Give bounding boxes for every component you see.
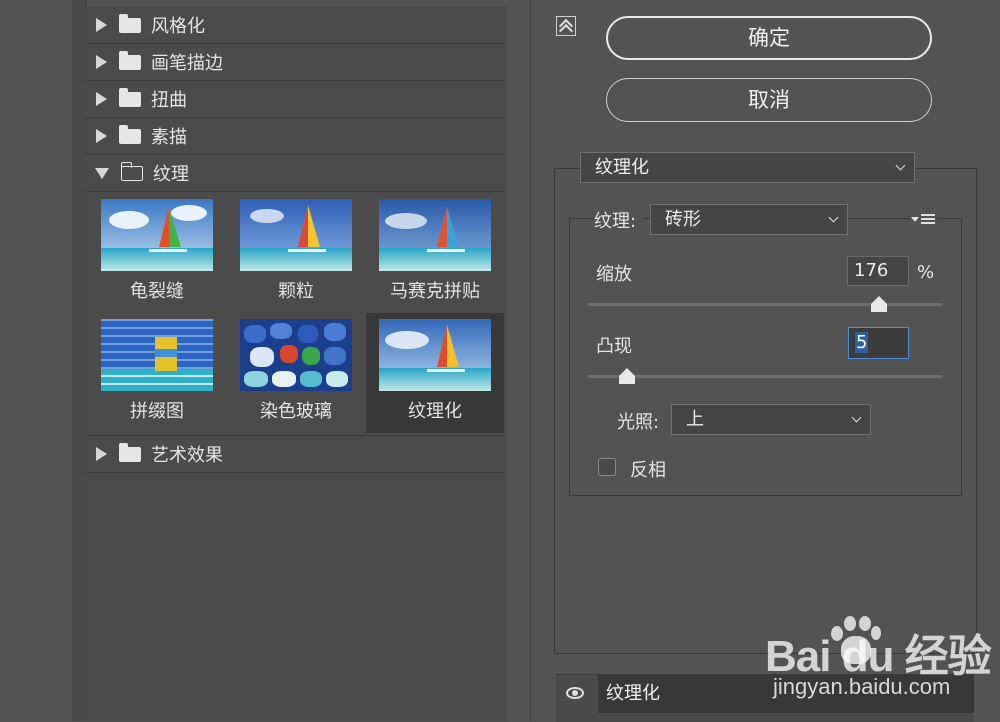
- folder-icon: [119, 87, 141, 107]
- expand-triangle-icon: [96, 18, 107, 32]
- scaling-slider-track[interactable]: [588, 303, 943, 306]
- folder-open-icon: [120, 161, 143, 181]
- left-panel-edge: [0, 0, 73, 721]
- category-label: 纹理: [153, 164, 189, 185]
- filter-thumb-stained-glass[interactable]: 染色玻璃: [227, 313, 365, 433]
- category-stylize[interactable]: 风格化: [86, 7, 504, 44]
- filter-thumb-mosaic-tiles[interactable]: 马赛克拼贴: [366, 193, 504, 313]
- thumb-image: [101, 319, 213, 391]
- thumb-label: 马赛克拼贴: [390, 281, 480, 302]
- category-label: 艺术效果: [151, 445, 223, 466]
- expand-triangle-icon: [96, 129, 107, 143]
- invert-checkbox[interactable]: [598, 458, 616, 476]
- folder-icon: [119, 50, 141, 70]
- category-label: 扭曲: [151, 90, 187, 111]
- thumb-label: 拼缀图: [130, 401, 184, 422]
- chevron-down-icon: [828, 212, 839, 223]
- texture-label: 纹理:: [594, 207, 643, 233]
- relief-slider-track[interactable]: [588, 375, 943, 378]
- left-scroll-edge: [72, 0, 87, 721]
- folder-icon: [119, 13, 141, 33]
- thumb-label: 染色玻璃: [260, 401, 332, 422]
- category-label: 素描: [151, 127, 187, 148]
- collapse-thumbnails-button[interactable]: [556, 16, 576, 39]
- light-select[interactable]: 上: [671, 404, 871, 435]
- ok-button[interactable]: 确定: [606, 16, 932, 60]
- thumb-image: [379, 199, 491, 271]
- filter-thumb-texturizer[interactable]: 纹理化: [366, 313, 504, 433]
- filter-select[interactable]: 纹理化: [580, 152, 915, 183]
- watermark: Bai du 经验 jingyan.baidu.com: [765, 612, 1000, 721]
- filter-thumb-craquelure[interactable]: 龟裂缝: [88, 193, 226, 313]
- folder-icon: [119, 124, 141, 144]
- category-artistic[interactable]: 艺术效果: [86, 435, 504, 473]
- paw-logo-icon: [827, 614, 881, 666]
- collapse-triangle-icon: [95, 167, 109, 179]
- filter-thumb-grain[interactable]: 颗粒: [227, 193, 365, 313]
- relief-input-value: 5: [855, 332, 869, 353]
- texture-select-value: 砖形: [665, 209, 701, 230]
- expand-triangle-icon: [96, 55, 107, 69]
- scaling-unit: %: [917, 262, 935, 283]
- eye-icon[interactable]: [566, 687, 584, 699]
- category-distort[interactable]: 扭曲: [86, 81, 504, 118]
- thumb-label: 纹理化: [408, 401, 462, 422]
- category-sketch[interactable]: 素描: [86, 118, 504, 155]
- cancel-button[interactable]: 取消: [606, 78, 932, 122]
- relief-label: 凸现: [596, 336, 632, 357]
- light-label: 光照:: [617, 412, 660, 433]
- category-brush-strokes[interactable]: 画笔描边: [86, 44, 504, 81]
- thumb-label: 龟裂缝: [130, 281, 184, 302]
- folder-icon: [119, 442, 141, 462]
- watermark-url: jingyan.baidu.com: [773, 674, 951, 699]
- thumb-image: [240, 199, 352, 271]
- chevron-down-icon: [895, 160, 906, 171]
- scaling-label: 缩放: [596, 264, 632, 285]
- category-label: 画笔描边: [151, 53, 223, 74]
- filter-thumb-patchwork[interactable]: 拼缀图: [88, 313, 226, 433]
- category-label: 风格化: [151, 16, 205, 37]
- invert-label: 反相: [630, 460, 666, 481]
- chevron-down-icon: [851, 412, 862, 423]
- expand-triangle-icon: [96, 447, 107, 461]
- filter-select-value: 纹理化: [595, 157, 649, 178]
- relief-input[interactable]: 5: [848, 327, 909, 359]
- category-texture[interactable]: 纹理: [86, 155, 504, 192]
- scaling-input[interactable]: 176: [847, 256, 909, 286]
- thumb-image: [101, 199, 213, 271]
- texture-menu-icon[interactable]: [911, 212, 937, 226]
- thumb-image: [379, 319, 491, 391]
- thumb-image: [240, 319, 352, 391]
- light-select-value: 上: [686, 409, 704, 430]
- filter-tree: 风格化 画笔描边 扭曲 素描 纹理 龟裂缝 颗粒 马赛克拼贴 拼缀图 染色玻璃 …: [86, 7, 506, 721]
- texture-select[interactable]: 砖形: [650, 204, 848, 235]
- expand-triangle-icon: [96, 92, 107, 106]
- thumb-label: 颗粒: [278, 281, 314, 302]
